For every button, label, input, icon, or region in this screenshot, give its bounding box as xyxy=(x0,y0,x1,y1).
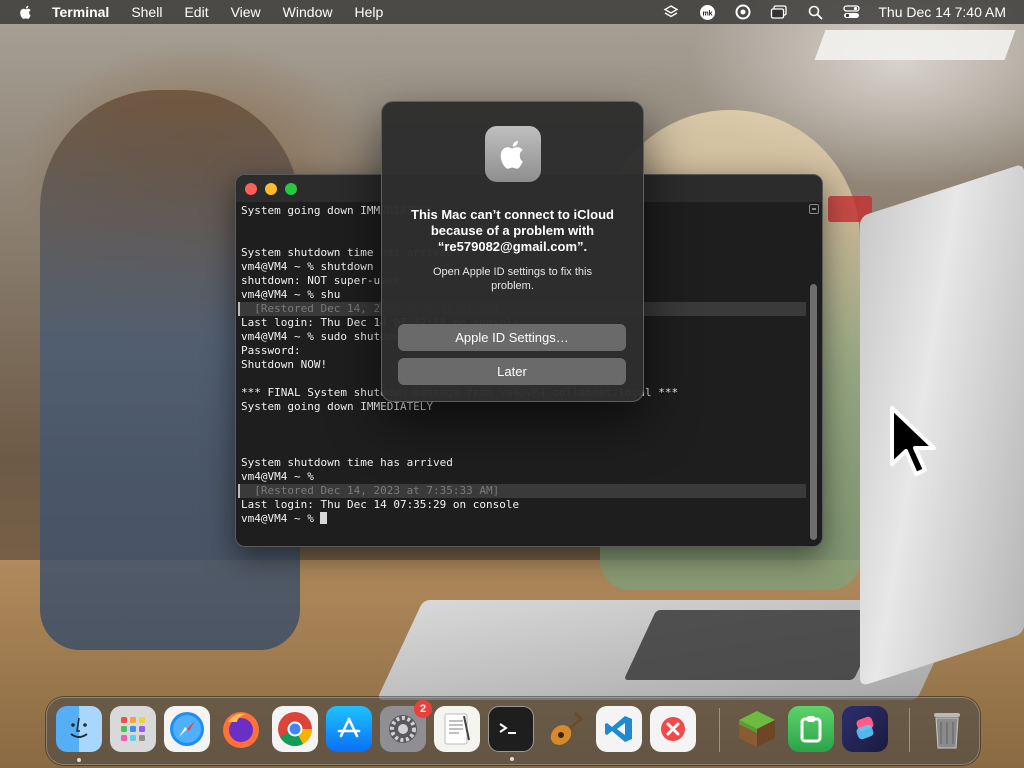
terminal-prompt: vm4@VM4 ~ % xyxy=(241,512,321,525)
terminal-line: vm4@VM4 ~ % xyxy=(241,470,314,483)
trash-icon[interactable] xyxy=(924,706,970,752)
layers-icon[interactable] xyxy=(662,3,680,21)
menu-shell[interactable]: Shell xyxy=(131,4,162,20)
menu-app-terminal[interactable]: Terminal xyxy=(52,4,109,20)
window-close-button[interactable] xyxy=(245,183,257,195)
finder-icon[interactable] xyxy=(56,706,102,762)
firefox-icon[interactable] xyxy=(218,706,264,752)
window-zoom-button[interactable] xyxy=(285,183,297,195)
wallpaper-ceiling-light xyxy=(814,30,1016,60)
menu-bar-clock[interactable]: Thu Dec 14 7:40 AM xyxy=(878,4,1006,20)
svg-text:mk: mk xyxy=(702,10,712,17)
menu-bar-status-area: mk Thu Dec 14 7:40 AM xyxy=(644,0,1006,24)
dock: 2 xyxy=(46,697,980,765)
dock-separator xyxy=(909,708,910,752)
wallpaper-laptop-lid xyxy=(860,163,1024,687)
launchpad-icon[interactable] xyxy=(110,706,156,752)
terminal-prompt-line[interactable]: vm4@VM4 ~ % xyxy=(241,512,806,526)
notification-badge: 2 xyxy=(414,700,432,718)
menu-bar: Terminal Shell Edit View Window Help mk … xyxy=(0,0,1024,24)
control-center-icon[interactable] xyxy=(842,3,860,21)
icloud-alert-dialog[interactable]: This Mac can’t connect to iCloud because… xyxy=(381,101,644,402)
menu-help[interactable]: Help xyxy=(354,4,383,20)
mouse-pointer-icon xyxy=(890,406,936,476)
wallpaper-laptop-keys xyxy=(623,610,887,680)
later-button[interactable]: Later xyxy=(398,358,626,385)
safari-icon[interactable] xyxy=(164,706,210,752)
close-x-icon[interactable] xyxy=(650,706,696,752)
gear-icon[interactable]: 2 xyxy=(380,700,432,752)
window-minimize-button[interactable] xyxy=(265,183,277,195)
guitar-icon[interactable] xyxy=(542,706,588,752)
search-icon[interactable] xyxy=(806,3,824,21)
terminal-line: System going down IMMEDIATELY xyxy=(241,400,434,413)
grass-block-icon[interactable] xyxy=(734,706,780,752)
screen-record-icon[interactable] xyxy=(734,3,752,21)
scrollbar-thumb[interactable] xyxy=(810,284,817,540)
apple-logo-icon xyxy=(485,126,541,182)
textedit-icon[interactable] xyxy=(434,706,480,752)
terminal-line: Last login: Thu Dec 14 07:35:29 on conso… xyxy=(241,498,520,511)
vscode-icon[interactable] xyxy=(596,706,642,752)
window-icon[interactable] xyxy=(770,3,788,21)
clipboard-icon[interactable] xyxy=(788,706,834,752)
dock-separator xyxy=(719,708,720,752)
terminal-icon[interactable] xyxy=(488,706,534,761)
running-indicator xyxy=(510,757,514,761)
chrome-icon[interactable] xyxy=(272,706,318,752)
menu-edit[interactable]: Edit xyxy=(184,4,208,20)
apple-menu-icon[interactable] xyxy=(18,4,34,20)
terminal-restored-marker: [Restored Dec 14, 2023 at 7:35:33 AM] xyxy=(238,484,806,498)
mk-avatar-icon[interactable]: mk xyxy=(698,3,716,21)
app-store-icon[interactable] xyxy=(326,706,372,752)
scroll-split-icon[interactable] xyxy=(809,204,819,214)
dialog-title: This Mac can’t connect to iCloud because… xyxy=(411,207,614,254)
shortcuts-icon[interactable] xyxy=(842,706,888,752)
text-cursor xyxy=(320,512,328,524)
terminal-line: System shutdown time has arrived xyxy=(241,456,453,469)
menu-window[interactable]: Window xyxy=(283,4,333,20)
terminal-scrollbar[interactable] xyxy=(808,204,819,542)
dialog-message: Open Apple ID settings to fix this probl… xyxy=(433,266,592,292)
apple-id-settings-button[interactable]: Apple ID Settings… xyxy=(398,324,626,351)
menu-view[interactable]: View xyxy=(231,4,261,20)
running-indicator xyxy=(77,758,81,762)
